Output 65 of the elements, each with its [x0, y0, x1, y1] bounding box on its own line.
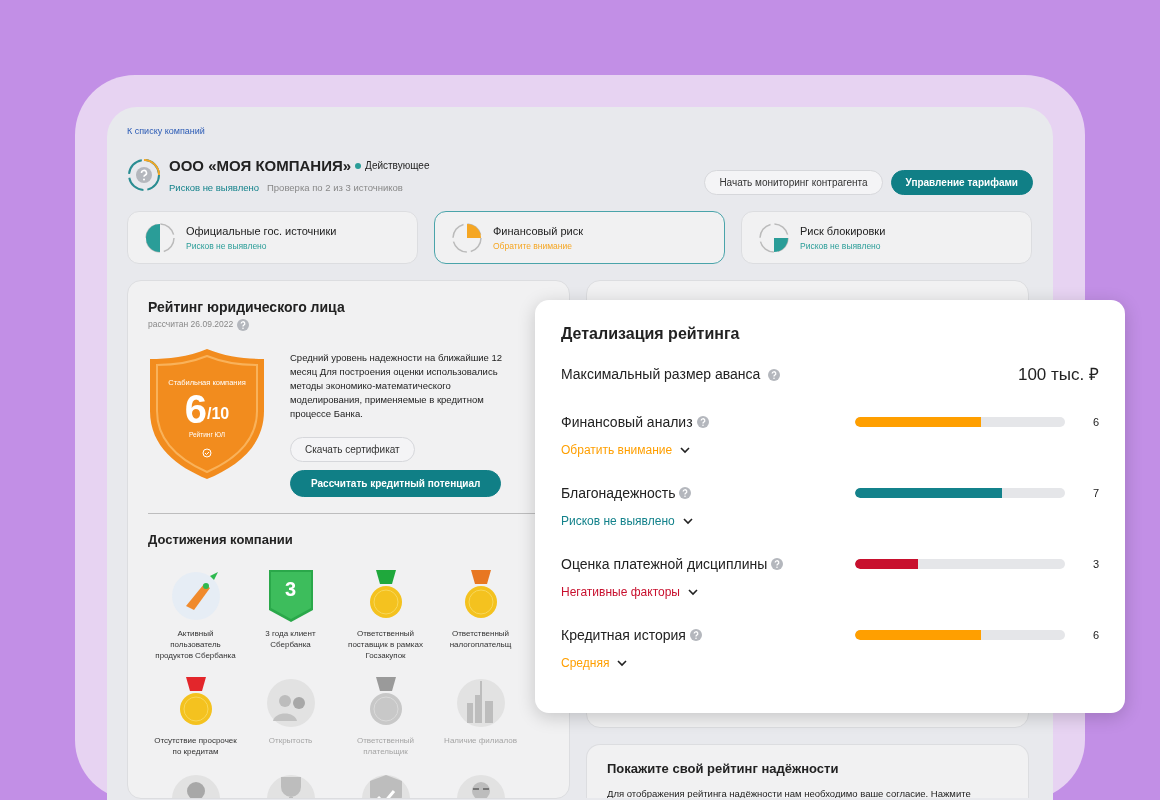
risk-card[interactable]: Официальные гос. источники Рисков не выявлено	[127, 211, 418, 265]
consent-title: Покажите свой рейтинг надёжности	[607, 760, 840, 779]
chevron-down-icon	[680, 445, 691, 454]
risk-card-title: Финансовый риск	[493, 224, 584, 240]
achievement-label: Ответственный поставщик в рамках Госзакупок	[347, 627, 424, 661]
company-status-icon	[127, 157, 161, 192]
factor-label: Финансовый анализ	[561, 412, 693, 432]
company-status: Действующее	[365, 159, 430, 174]
risk-card-status: Рисков не выявлено	[800, 239, 882, 253]
rating-date: рассчитан 26.09.2022	[148, 318, 234, 331]
factor-status: Негативные факторы	[561, 583, 680, 601]
chevron-down-icon	[687, 587, 698, 596]
certificate-button[interactable]: Скачать сертификат	[290, 437, 415, 462]
risk-card[interactable]: Финансовый риск Обратите внимание	[434, 211, 725, 265]
factor-status: Рисков не выявлено	[561, 512, 675, 530]
achievement-label: Наличие филиалов	[443, 734, 518, 746]
back-link[interactable]: К списку компаний	[127, 125, 1033, 139]
achievement-label: Ответственный плательщик	[355, 734, 416, 757]
risk-summary: Рисков не выявлено	[169, 181, 259, 195]
factor-score: 7	[1092, 485, 1099, 501]
help-icon	[679, 487, 692, 499]
status-dot-icon	[355, 162, 362, 169]
risk-card-status: Обратите внимание	[493, 239, 573, 253]
rating-scale: /10	[207, 405, 230, 425]
achievement-label: Ответственный налогоплательщ	[448, 627, 513, 650]
achievement-label: Отсутствие просрочек по кредитам	[153, 734, 238, 757]
factor-status: Обратить внимание	[561, 441, 673, 459]
help-icon	[696, 416, 709, 428]
help-icon	[237, 318, 250, 331]
factor-status-toggle[interactable]: Негативные факторы	[561, 582, 698, 601]
check-icon	[202, 447, 212, 458]
factor-status: Средняя	[561, 654, 610, 672]
advance-value: 100 тыс. ₽	[1017, 364, 1099, 386]
factor-score: 6	[1092, 414, 1099, 430]
consent-text: Для отображения рейтинга надёжности нам необходимо ваше согласие. Нажмите	[607, 786, 972, 799]
risk-card[interactable]: Риск блокировки Рисков не выявлено	[741, 211, 1032, 265]
rating-description: Средний уровень надежности на ближайшие 12 месяц Для построения оценки использовались методы экономико-математического моделирования, применяемые в кредитном процессе Банка.	[290, 351, 504, 421]
achievement-label: Активный пользователь продуктов Сбербанка	[154, 627, 237, 661]
rating-score: 6	[184, 388, 207, 431]
factor-label: Благонадежность	[561, 483, 676, 503]
chevron-down-icon	[682, 516, 693, 525]
risk-card-title: Риск блокировки	[800, 224, 886, 240]
achievement-label: Открытость	[267, 734, 314, 746]
risk-card-title: Официальные гос. источники	[186, 224, 337, 240]
company-name: ООО «МОЯ КОМПАНИЯ»	[169, 155, 352, 176]
achievement-label: 3 года клиент Сбербанка	[264, 627, 317, 650]
help-icon	[771, 558, 784, 570]
factor-label: Оценка платежной дисциплины	[561, 554, 768, 574]
factor-label: Кредитная история	[561, 625, 686, 645]
factor-score: 6	[1092, 627, 1099, 643]
monitoring-button[interactable]: Начать мониторинг контрагента	[704, 170, 883, 196]
detail-title: Детализация рейтинга	[561, 324, 741, 344]
check-info: Проверка по 2 из 3 источников	[267, 181, 403, 195]
help-icon	[768, 368, 781, 381]
factor-score: 3	[1092, 556, 1099, 572]
tariffs-button[interactable]: Управление тарифами	[890, 170, 1033, 196]
credit-potential-button[interactable]: Рассчитать кредитный потенциал	[290, 470, 502, 497]
badge-number: 3	[283, 576, 298, 602]
help-icon	[689, 629, 702, 641]
rating-title: Рейтинг юридического лица	[148, 298, 346, 318]
risk-card-status: Рисков не выявлено	[186, 239, 268, 253]
advance-label: Максимальный размер аванса	[561, 365, 761, 385]
chevron-down-icon	[617, 658, 628, 667]
achievements-title: Достижения компании	[148, 531, 294, 549]
factor-status-toggle[interactable]: Рисков не выявлено	[561, 511, 693, 530]
